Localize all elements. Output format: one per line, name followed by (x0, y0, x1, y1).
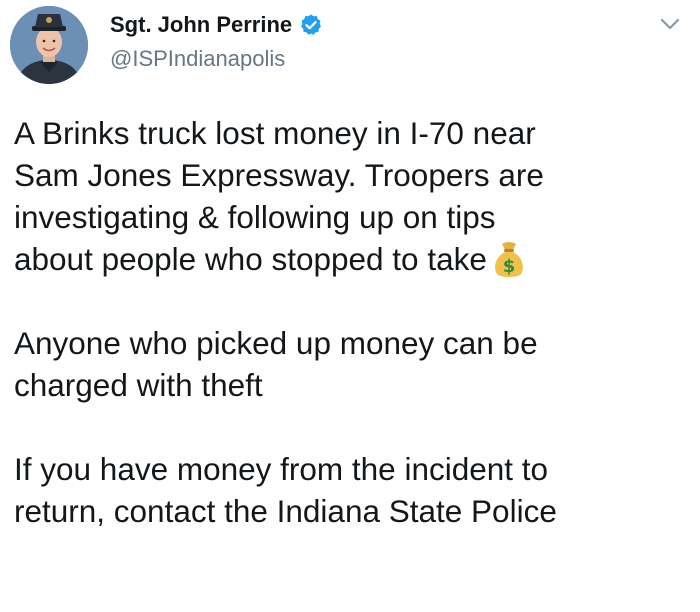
display-name-row: Sgt. John Perrine (110, 10, 323, 40)
handle[interactable]: @ISPIndianapolis (110, 44, 323, 74)
svg-text:$: $ (503, 256, 516, 277)
tweet-header: Sgt. John Perrine @ISPIndianapolis (10, 6, 690, 86)
tweet-paragraph-2: Anyone who picked up money can be charge… (14, 322, 694, 406)
tweet-author: Sgt. John Perrine @ISPIndianapolis (110, 10, 323, 74)
tweet-line: Anyone who picked up money can be (14, 325, 538, 361)
tweet-line: about people who stopped to take (14, 241, 487, 277)
tweet-paragraph-3: If you have money from the incident to r… (14, 448, 694, 532)
chevron-down-icon[interactable] (656, 10, 684, 38)
tweet-line: Sam Jones Expressway. Troopers are (14, 157, 544, 193)
avatar[interactable] (10, 6, 88, 84)
tweet-paragraph-1: A Brinks truck lost money in I-70 near S… (14, 112, 694, 280)
tweet: Sgt. John Perrine @ISPIndianapolis A Bri… (0, 0, 700, 612)
tweet-line: investigating & following up on tips (14, 199, 496, 235)
tweet-text: A Brinks truck lost money in I-70 near S… (14, 112, 694, 532)
verified-badge-icon (299, 13, 323, 37)
tweet-line: return, contact the Indiana State Police (14, 493, 557, 529)
display-name[interactable]: Sgt. John Perrine (110, 10, 292, 40)
tweet-line: charged with theft (14, 367, 263, 403)
tweet-line: A Brinks truck lost money in I-70 near (14, 115, 536, 151)
money-bag-icon: $ (489, 238, 529, 280)
tweet-line: If you have money from the incident to (14, 451, 549, 487)
